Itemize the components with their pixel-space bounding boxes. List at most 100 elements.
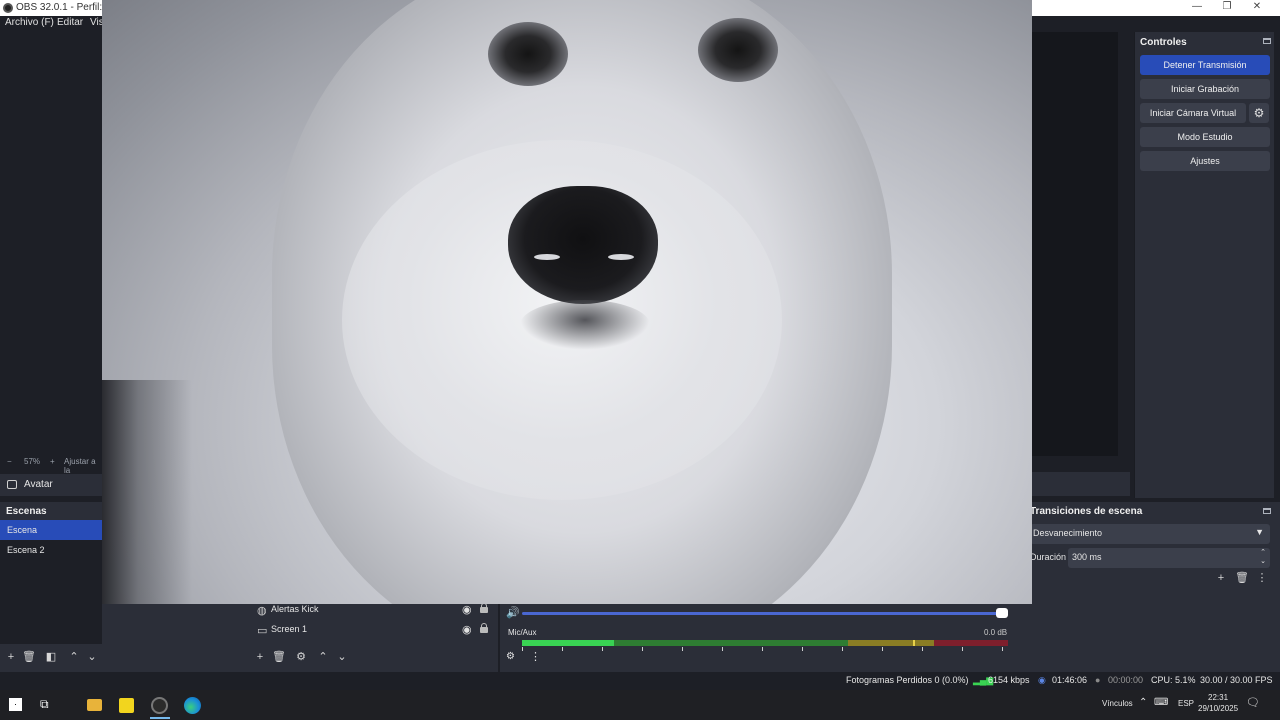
trash-icon[interactable]: 🗑 bbox=[272, 651, 286, 663]
visibility-eye-icon[interactable]: ◉ bbox=[462, 623, 472, 636]
windows-taskbar: ⧉ Vínculos ⌃ ⌨ ESP 22:31 29/10/2025 🗨 bbox=[0, 690, 1280, 720]
zoom-percent: 57% bbox=[24, 457, 41, 466]
move-down-icon[interactable]: ⌄ bbox=[335, 651, 349, 663]
duration-value: 300 ms bbox=[1072, 552, 1102, 562]
sources-dock: ◍ Alertas Kick ◉ ▭ Screen 1 ◉ + 🗑 ⚙ ⌃ ⌄ bbox=[248, 603, 498, 672]
chevron-down-icon: ▼ bbox=[1255, 527, 1264, 537]
links-toolbar[interactable]: Vínculos bbox=[1102, 699, 1133, 708]
transition-select-value: Desvanecimiento bbox=[1033, 528, 1103, 538]
dog-nose-highlight bbox=[608, 254, 634, 260]
more-options-icon[interactable]: ⋮ bbox=[530, 650, 541, 663]
dog-nose bbox=[508, 186, 658, 304]
duration-input[interactable]: 300 ms ⌃ ⌄ bbox=[1068, 548, 1270, 568]
controls-title: Controles bbox=[1140, 37, 1187, 48]
mixer-channel-label: Mic/Aux bbox=[508, 628, 537, 637]
dog-shadow bbox=[102, 380, 192, 604]
lock-icon[interactable] bbox=[480, 603, 488, 613]
chevron-up-icon[interactable]: ⌃ bbox=[1139, 697, 1147, 708]
volume-slider-thumb[interactable] bbox=[996, 608, 1008, 618]
clock-date[interactable]: 29/10/2025 bbox=[1198, 704, 1238, 713]
trash-icon[interactable]: 🗑 bbox=[22, 651, 36, 663]
meter-ticks bbox=[522, 647, 1008, 651]
minimize-button[interactable]: — bbox=[1182, 0, 1212, 16]
zoom-out-button[interactable]: − bbox=[7, 457, 12, 466]
globe-icon: ◍ bbox=[257, 605, 267, 617]
cpu-usage: CPU: 5.1% bbox=[1151, 675, 1196, 685]
monitor-icon bbox=[7, 480, 17, 489]
volume-slider-track[interactable] bbox=[522, 612, 1002, 615]
settings-button[interactable]: Ajustes bbox=[1140, 151, 1270, 171]
fps-readout: 30.00 / 30.00 FPS bbox=[1200, 675, 1273, 685]
filter-icon[interactable]: ◧ bbox=[44, 651, 58, 663]
stepper-icon[interactable]: ⌃ ⌄ bbox=[1260, 548, 1266, 566]
sources-dock-left bbox=[102, 604, 248, 672]
add-source-icon[interactable]: + bbox=[253, 651, 267, 663]
scenes-dock: Escenas Escena Escena 2 + 🗑 ◧ ⌃ ⌄ bbox=[0, 502, 102, 672]
controls-dock: Controles Detener Transmisión Iniciar Gr… bbox=[1134, 32, 1274, 498]
add-scene-icon[interactable]: + bbox=[4, 651, 18, 663]
menu-edit[interactable]: Editar bbox=[57, 17, 83, 28]
audio-mixer: 🔊 Mic/Aux 0.0 dB ⚙ ⋮ bbox=[500, 604, 1020, 672]
dog-nose-highlight bbox=[534, 254, 560, 260]
obs-taskbar-icon[interactable] bbox=[151, 697, 168, 714]
obs-logo-icon bbox=[3, 3, 13, 13]
active-app-indicator bbox=[150, 717, 170, 719]
dock-float-icon[interactable] bbox=[1263, 508, 1271, 514]
preview-right-strip bbox=[1032, 472, 1130, 496]
move-up-icon[interactable]: ⌃ bbox=[67, 651, 81, 663]
stop-stream-button[interactable]: Detener Transmisión bbox=[1140, 55, 1270, 75]
studio-mode-button[interactable]: Modo Estudio bbox=[1140, 127, 1270, 147]
clock-time[interactable]: 22:31 bbox=[1208, 693, 1228, 702]
trash-icon[interactable]: 🗑 bbox=[1235, 572, 1249, 584]
dock-float-icon[interactable] bbox=[1263, 38, 1271, 44]
speaker-icon[interactable]: 🔊 bbox=[506, 606, 520, 619]
scene-item[interactable]: Escena bbox=[0, 520, 102, 540]
keyboard-icon[interactable]: ⌨ bbox=[1154, 697, 1168, 708]
record-icon: ● bbox=[1095, 675, 1101, 685]
transitions-title: Transiciones de escena bbox=[1030, 506, 1143, 517]
record-time: 00:00:00 bbox=[1108, 675, 1144, 685]
edge-browser-icon[interactable] bbox=[184, 697, 201, 714]
stream-time: 01:46:06 bbox=[1052, 675, 1088, 685]
dropped-frames: Fotogramas Perdidos 0 (0.0%) bbox=[846, 675, 969, 685]
stream-icon: ◉ bbox=[1038, 675, 1046, 685]
gear-icon[interactable]: ⚙ bbox=[1249, 103, 1269, 123]
sticky-notes-icon[interactable] bbox=[119, 698, 134, 713]
zoom-bar: − 57% + Ajustar a la bbox=[0, 454, 102, 475]
mixer-settings-icon[interactable]: ⚙ bbox=[506, 651, 515, 662]
windows-start-icon[interactable] bbox=[9, 698, 22, 711]
bitrate: 6154 kbps bbox=[988, 675, 1030, 685]
language-indicator[interactable]: ESP bbox=[1178, 699, 1194, 708]
dog-mouth bbox=[520, 300, 650, 350]
move-up-icon[interactable]: ⌃ bbox=[316, 651, 330, 663]
audio-level-meter bbox=[522, 640, 1008, 646]
move-down-icon[interactable]: ⌄ bbox=[85, 651, 99, 663]
more-options-icon[interactable]: ⋮ bbox=[1255, 572, 1269, 584]
close-button[interactable]: ✕ bbox=[1242, 0, 1272, 16]
preview-canvas[interactable] bbox=[102, 0, 1032, 604]
add-transition-icon[interactable]: + bbox=[1214, 572, 1228, 584]
menu-file[interactable]: Archivo (F) bbox=[5, 17, 54, 28]
notification-icon[interactable]: 🗨 bbox=[1246, 696, 1260, 709]
zoom-fit-button[interactable]: Ajustar a la bbox=[64, 457, 102, 475]
transition-select[interactable]: Desvanecimiento ▼ bbox=[1030, 524, 1270, 544]
monitor-icon: ▭ bbox=[257, 625, 268, 637]
scenes-title: Escenas bbox=[6, 506, 47, 517]
source-label: Alertas Kick bbox=[271, 604, 319, 614]
gear-icon[interactable]: ⚙ bbox=[294, 651, 308, 663]
task-view-icon[interactable]: ⧉ bbox=[40, 697, 56, 713]
start-virtual-camera-button[interactable]: Iniciar Cámara Virtual bbox=[1140, 103, 1246, 123]
duration-label: Duración bbox=[1030, 552, 1067, 562]
source-row[interactable]: ▭ Screen 1 ◉ bbox=[248, 620, 498, 640]
visibility-eye-icon[interactable]: ◉ bbox=[462, 603, 472, 616]
mixer-right-area bbox=[1020, 604, 1280, 672]
transitions-dock: Transiciones de escena Desvanecimiento ▼… bbox=[1030, 502, 1280, 604]
file-explorer-icon[interactable] bbox=[87, 699, 102, 711]
start-recording-button[interactable]: Iniciar Grabación bbox=[1140, 79, 1270, 99]
lock-icon[interactable] bbox=[480, 623, 488, 633]
zoom-in-button[interactable]: + bbox=[50, 457, 55, 466]
maximize-button[interactable]: ❐ bbox=[1212, 0, 1242, 16]
avatar-bar[interactable]: Avatar bbox=[0, 474, 102, 496]
avatar-label: Avatar bbox=[24, 479, 53, 490]
scene-item[interactable]: Escena 2 bbox=[0, 540, 102, 560]
